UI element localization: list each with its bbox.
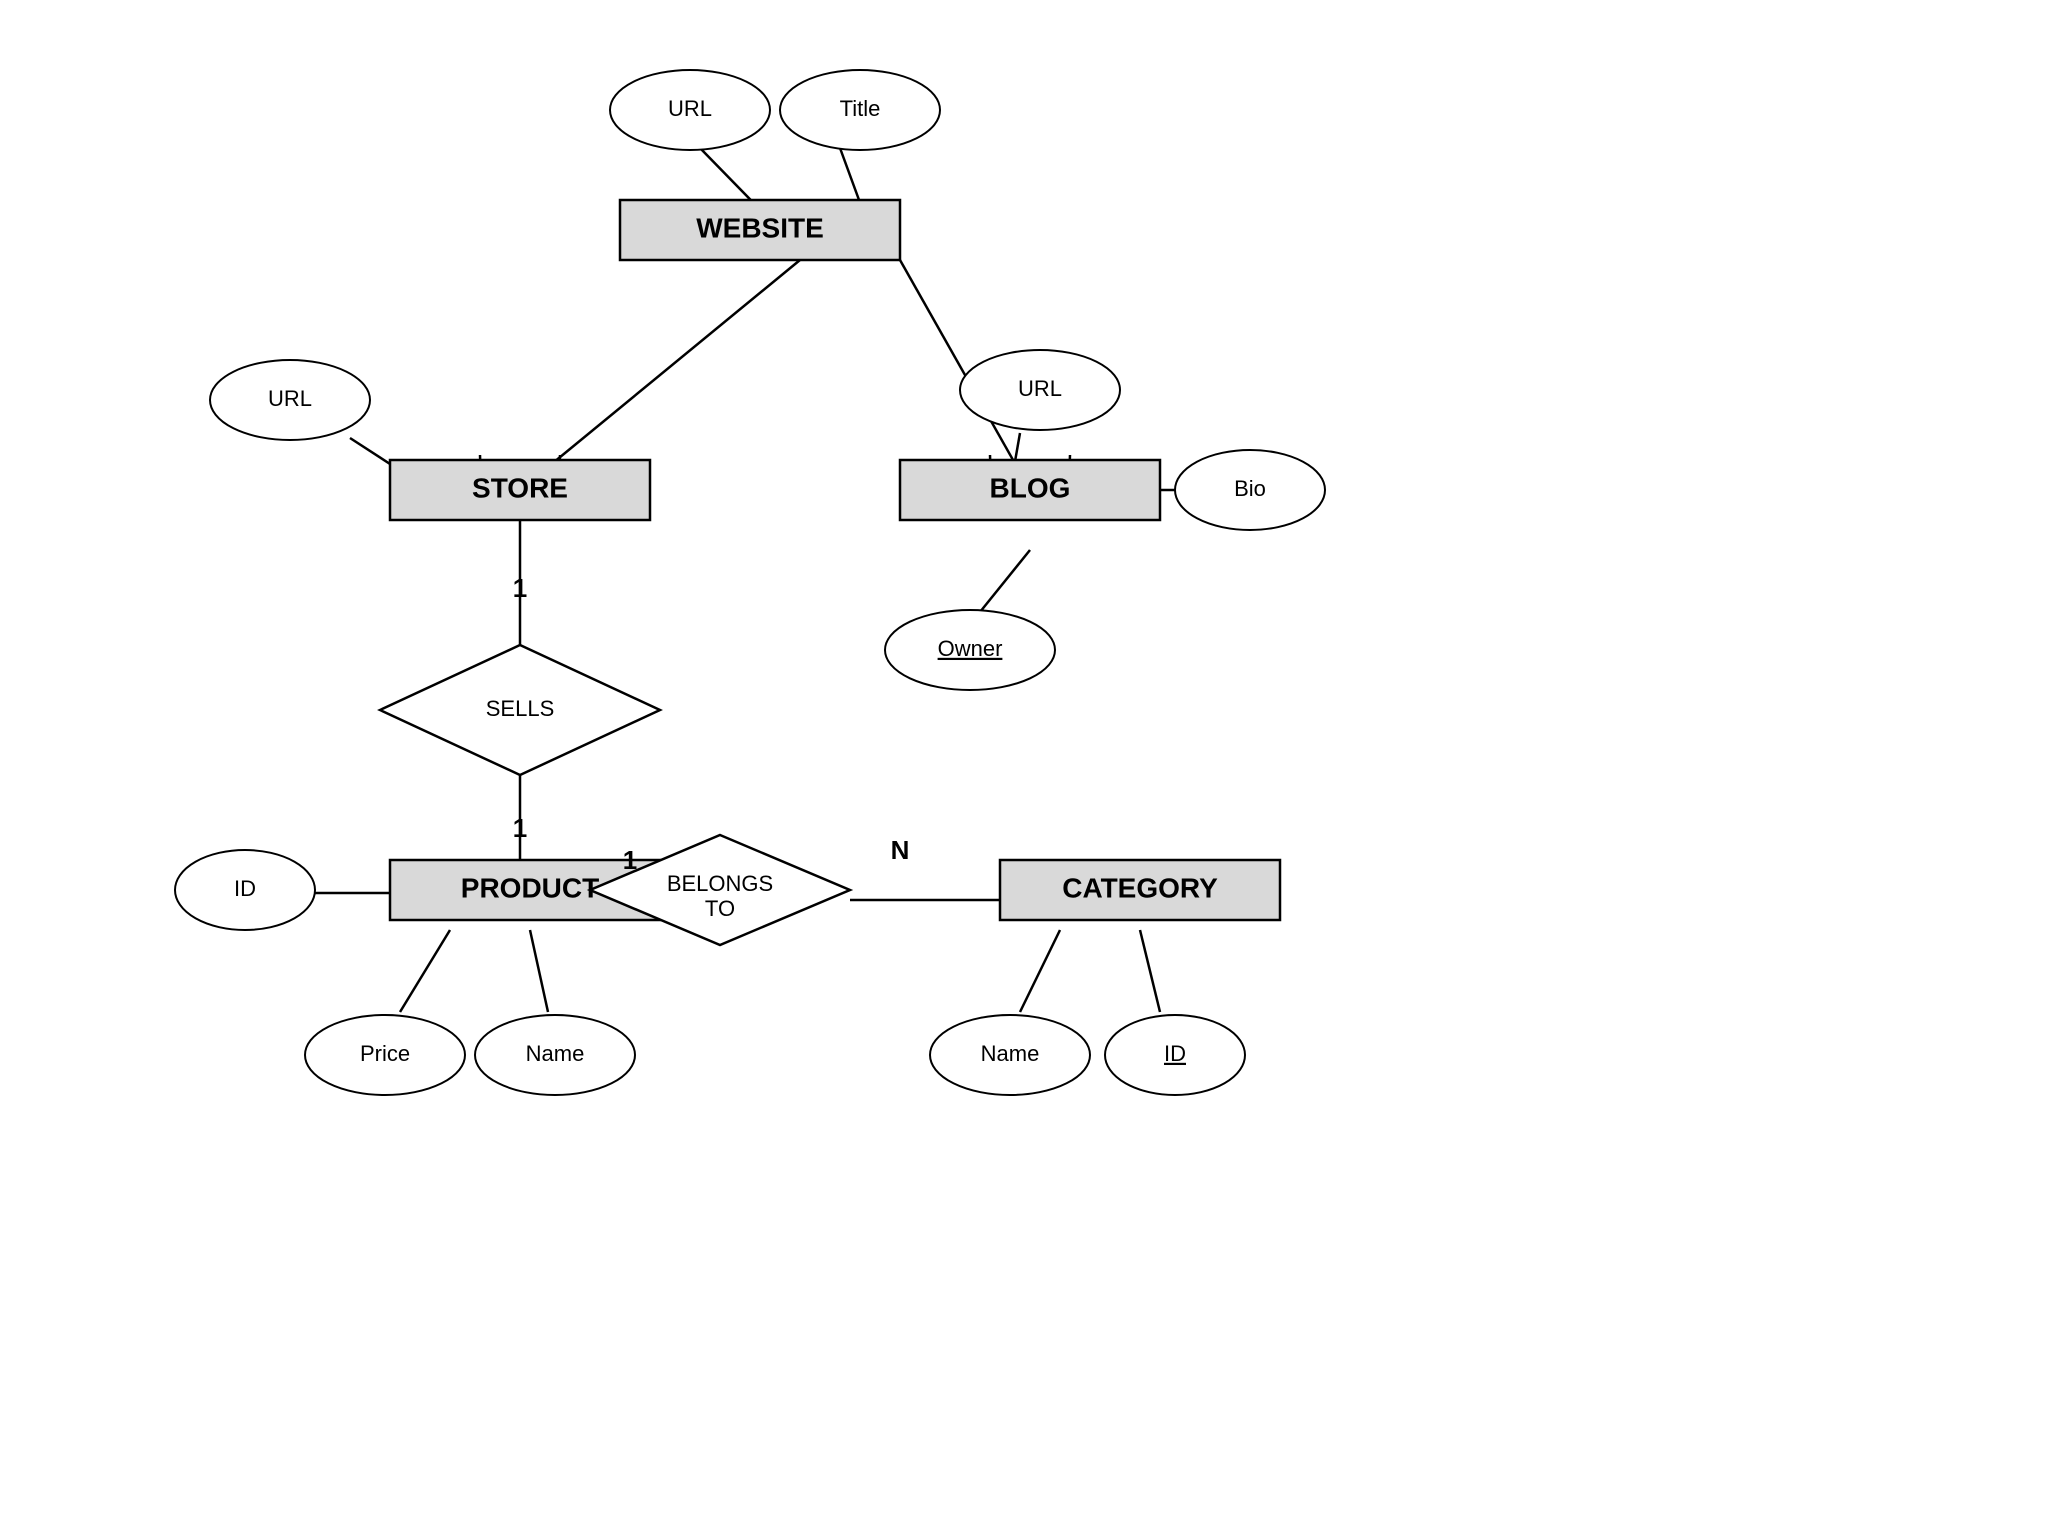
attr-blog-owner-label: Owner xyxy=(938,636,1003,661)
line-product-price xyxy=(400,930,450,1012)
cardinality-product-belongs: 1 xyxy=(623,845,637,875)
er-diagram: WEBSITE STORE BLOG PRODUCT CATEGORY SELL… xyxy=(0,0,2046,1535)
relationship-belongs-to-label2: TO xyxy=(705,896,735,921)
relationship-sells-label: SELLS xyxy=(486,696,555,721)
line-category-id xyxy=(1140,930,1160,1012)
cardinality-sells-product: 1 xyxy=(513,813,527,843)
cardinality-store-sells: 1 xyxy=(513,573,527,603)
entity-store-label: STORE xyxy=(472,472,568,503)
attr-product-name-label: Name xyxy=(526,1041,585,1066)
entity-product-label: PRODUCT xyxy=(461,872,599,903)
attr-blog-url-label: URL xyxy=(1018,376,1062,401)
cardinality-belongs-category: N xyxy=(891,835,910,865)
line-website-store xyxy=(520,260,800,490)
attr-category-id-label: ID xyxy=(1164,1041,1186,1066)
line-category-name xyxy=(1020,930,1060,1012)
relationship-belongs-to-label: BELONGS xyxy=(667,871,773,896)
attr-product-price-label: Price xyxy=(360,1041,410,1066)
entity-category-label: CATEGORY xyxy=(1062,872,1218,903)
line-blog-owner xyxy=(980,550,1030,612)
attr-website-title-label: Title xyxy=(840,96,881,121)
attr-blog-bio-label: Bio xyxy=(1234,476,1266,501)
entity-website-label: WEBSITE xyxy=(696,212,824,243)
attr-product-id-label: ID xyxy=(234,876,256,901)
entity-blog-label: BLOG xyxy=(990,472,1071,503)
attr-store-url-label: URL xyxy=(268,386,312,411)
line-product-name xyxy=(530,930,548,1012)
attr-website-url-label: URL xyxy=(668,96,712,121)
attr-category-name-label: Name xyxy=(981,1041,1040,1066)
